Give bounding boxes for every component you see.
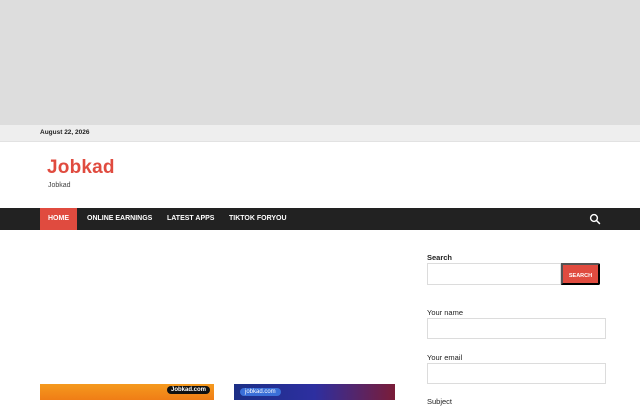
nav-item-online-earnings[interactable]: ONLINE EARNINGS xyxy=(79,208,160,230)
nav-item-home[interactable]: HOME xyxy=(40,208,77,230)
ad-banner xyxy=(0,0,640,125)
site-header: Jobkad Jobkad xyxy=(0,143,640,208)
site-description: Jobkad xyxy=(48,182,71,189)
nav-item-latest-apps[interactable]: LATEST APPS xyxy=(159,208,222,230)
search-input[interactable] xyxy=(427,263,561,285)
nav-item-tiktok-foryou[interactable]: TIKTOK FORYOU xyxy=(221,208,295,230)
thumbnail-watermark: Jobkad.com xyxy=(166,386,210,394)
name-label: Your name xyxy=(427,308,463,317)
site-title[interactable]: Jobkad xyxy=(47,157,115,179)
name-field[interactable] xyxy=(427,318,606,339)
main-navigation: HOME ONLINE EARNINGS LATEST APPS TIKTOK … xyxy=(0,208,640,230)
post-thumbnail[interactable]: jobkad.com xyxy=(234,384,395,400)
subject-label: Subject xyxy=(427,397,453,406)
email-label: Your email xyxy=(427,353,463,362)
email-field[interactable] xyxy=(427,363,606,384)
main-content: Jobkad.com jobkad.com xyxy=(40,230,395,400)
search-icon[interactable] xyxy=(589,213,601,225)
thumbnail-watermark: jobkad.com xyxy=(240,388,281,396)
search-widget-title: Search xyxy=(427,253,453,262)
post-thumbnail[interactable]: Jobkad.com xyxy=(40,384,214,400)
top-bar: August 22, 2026 xyxy=(0,125,640,142)
current-date: August 22, 2026 xyxy=(40,129,90,136)
search-button[interactable]: SEARCH xyxy=(561,263,600,285)
sidebar: Search SEARCH Your name Your email Subje… xyxy=(427,230,607,406)
